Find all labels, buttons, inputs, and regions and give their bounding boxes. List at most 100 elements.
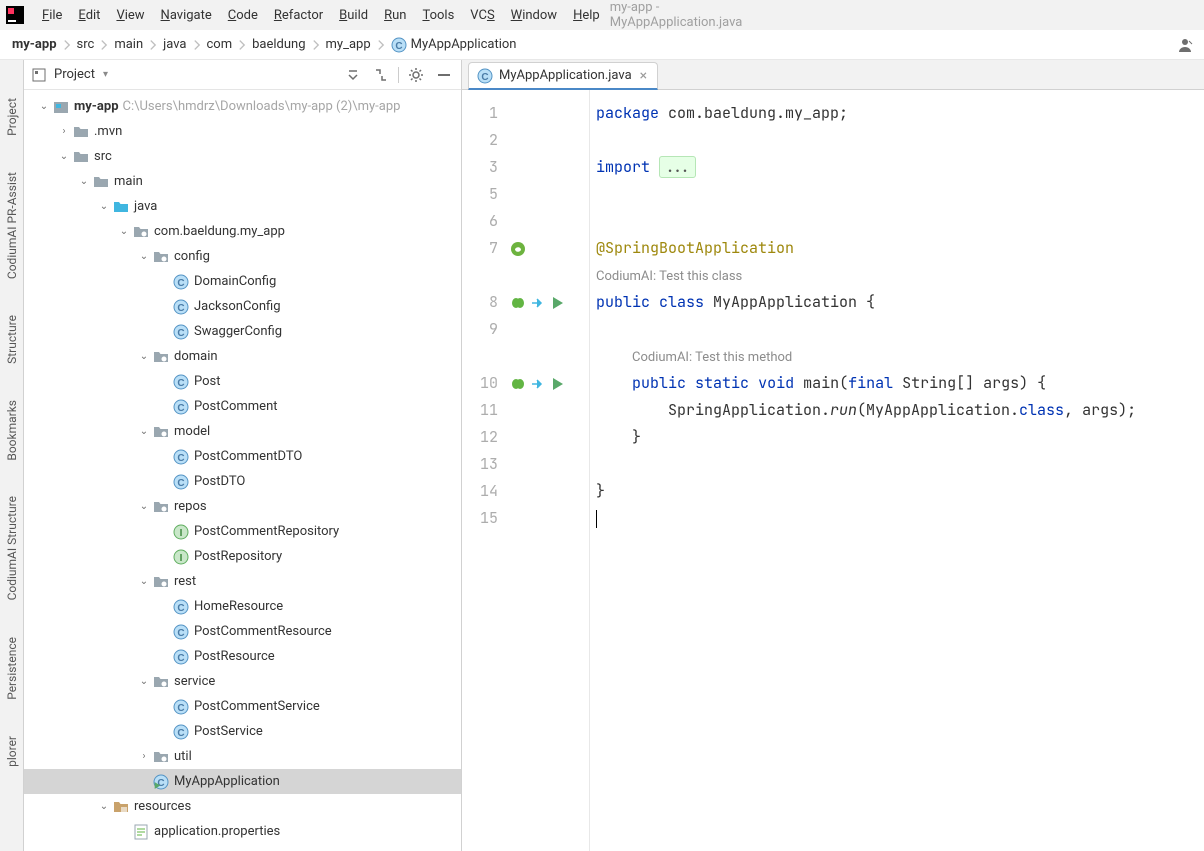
folder-gray-icon [72, 123, 90, 141]
tree-node[interactable]: DomainConfig [24, 269, 461, 294]
tree-caret[interactable]: ⌄ [136, 351, 152, 362]
account-icon[interactable] [1174, 34, 1196, 56]
tree-caret[interactable]: ⌄ [136, 251, 152, 262]
tool-window-button[interactable]: Project [3, 80, 21, 154]
hide-button[interactable] [433, 64, 455, 86]
run-icon[interactable] [550, 295, 566, 311]
class-icon [172, 273, 190, 291]
project-tree[interactable]: ⌄my-appC:\Users\hmdrz\Downloads\my-app (… [24, 90, 461, 851]
tool-window-button[interactable]: Structure [3, 297, 21, 382]
tree-caret[interactable]: ⌄ [96, 201, 112, 212]
run-icon[interactable] [550, 376, 566, 392]
tree-node[interactable]: ›util [24, 744, 461, 769]
breadcrumb-item[interactable]: baeldung [248, 35, 309, 54]
tool-window-button[interactable]: plorer [3, 718, 21, 785]
menu-item[interactable]: Code [222, 4, 264, 27]
tree-caret[interactable]: ⌄ [136, 576, 152, 587]
tree-caret[interactable]: ⌄ [36, 101, 52, 112]
tree-node[interactable]: PostCommentService [24, 694, 461, 719]
breadcrumb-item[interactable]: src [73, 35, 99, 54]
tool-window-button[interactable]: CodiumAI PR-Assist [3, 154, 21, 297]
line-number-gutter[interactable]: 12356789101112131415 [462, 90, 510, 851]
tree-caret[interactable]: ⌄ [136, 676, 152, 687]
tree-node[interactable]: ⌄main [24, 169, 461, 194]
nav-icon[interactable] [530, 295, 546, 311]
tree-node[interactable]: PostCommentDTO [24, 444, 461, 469]
tree-node[interactable]: ⌄model [24, 419, 461, 444]
editor-tab[interactable]: MyAppApplication.java × [468, 62, 658, 90]
tree-node[interactable]: PostResource [24, 644, 461, 669]
tree-caret[interactable]: ⌄ [136, 426, 152, 437]
tree-caret[interactable]: ⌄ [96, 801, 112, 812]
class-icon [172, 473, 190, 491]
tree-node[interactable]: ⌄service [24, 669, 461, 694]
editor-tabs: MyAppApplication.java × [462, 60, 1204, 90]
tree-node[interactable]: ⌄repos [24, 494, 461, 519]
bean-icon[interactable] [510, 376, 526, 392]
breadcrumb-item[interactable]: main [110, 35, 147, 54]
tree-node[interactable]: PostDTO [24, 469, 461, 494]
tree-node[interactable]: PostCommentResource [24, 619, 461, 644]
spring-icon[interactable] [510, 241, 526, 257]
menu-item[interactable]: Help [567, 4, 606, 27]
tree-node[interactable]: ⌄domain [24, 344, 461, 369]
class-icon [477, 68, 493, 84]
code-content[interactable]: package com.baeldung.my_app; import ... … [590, 90, 1204, 851]
tree-node[interactable]: ›.mvn [24, 119, 461, 144]
menu-item[interactable]: Run [378, 4, 412, 27]
code-editor[interactable]: 12356789101112131415 package com.baeldun… [462, 90, 1204, 851]
nav-icon[interactable] [530, 376, 546, 392]
breadcrumb-item[interactable]: com [203, 35, 237, 54]
menu-item[interactable]: Edit [72, 4, 106, 27]
tree-caret[interactable]: › [136, 751, 152, 762]
close-icon[interactable]: × [638, 68, 649, 84]
breadcrumb-item[interactable]: MyAppApplication [387, 35, 521, 55]
tree-caret[interactable]: ⌄ [116, 226, 132, 237]
menu-item[interactable]: Build [333, 4, 374, 27]
tree-node[interactable]: ⌄java [24, 194, 461, 219]
menu-item[interactable]: View [110, 4, 150, 27]
tree-node[interactable]: PostRepository [24, 544, 461, 569]
breadcrumb-item[interactable]: java [159, 35, 190, 54]
tree-caret[interactable]: ⌄ [56, 151, 72, 162]
tree-node[interactable]: HomeResource [24, 594, 461, 619]
menu-item[interactable]: VCS [464, 4, 500, 27]
bean-icon[interactable] [510, 295, 526, 311]
tree-node[interactable]: Post [24, 369, 461, 394]
chevron-down-icon[interactable]: ▾ [103, 69, 108, 80]
tree-node[interactable]: PostService [24, 719, 461, 744]
tree-node[interactable]: PostCommentRepository [24, 519, 461, 544]
tree-node[interactable]: JacksonConfig [24, 294, 461, 319]
menu-item[interactable]: File [36, 4, 68, 27]
menu-item[interactable]: Navigate [155, 4, 218, 27]
project-header-title[interactable]: Project [54, 67, 95, 82]
tool-window-button[interactable]: Bookmarks [3, 382, 21, 479]
tree-node[interactable]: MyAppApplication [24, 769, 461, 794]
tree-node[interactable]: PostComment [24, 394, 461, 419]
tree-node[interactable]: application.properties [24, 819, 461, 844]
breadcrumbs[interactable]: my-app srcmain javacom baeldung my_app MyAppA… [8, 35, 521, 55]
tree-node[interactable]: ⌄rest [24, 569, 461, 594]
tree-node[interactable]: SwaggerConfig [24, 319, 461, 344]
tool-window-button[interactable]: CodiumAI Structure [3, 478, 21, 618]
tree-node[interactable]: ⌄com.baeldung.my_app [24, 219, 461, 244]
tree-caret[interactable]: ⌄ [76, 176, 92, 187]
menu-item[interactable]: Refactor [268, 4, 329, 27]
breadcrumb-item[interactable]: my-app [8, 35, 61, 54]
tree-node[interactable]: ⌄ src [24, 144, 461, 169]
tree-node[interactable]: ⌄resources [24, 794, 461, 819]
tree-caret[interactable]: › [56, 126, 72, 137]
tool-window-button[interactable]: Persistence [3, 619, 21, 718]
menu-item[interactable]: Window [505, 4, 563, 27]
tree-node-label: PostRepository [194, 549, 282, 564]
breadcrumb-item[interactable]: my_app [322, 35, 375, 54]
expand-all-button[interactable] [370, 64, 392, 86]
menu-item[interactable]: Tools [416, 4, 460, 27]
tree-node[interactable]: ⌄my-appC:\Users\hmdrz\Downloads\my-app (… [24, 94, 461, 119]
tree-node-label: src [94, 149, 112, 164]
tree-node[interactable]: ⌄config [24, 244, 461, 269]
select-opened-file-button[interactable] [342, 64, 364, 86]
gutter-icons[interactable] [510, 90, 580, 851]
tree-caret[interactable]: ⌄ [136, 501, 152, 512]
settings-button[interactable] [405, 64, 427, 86]
